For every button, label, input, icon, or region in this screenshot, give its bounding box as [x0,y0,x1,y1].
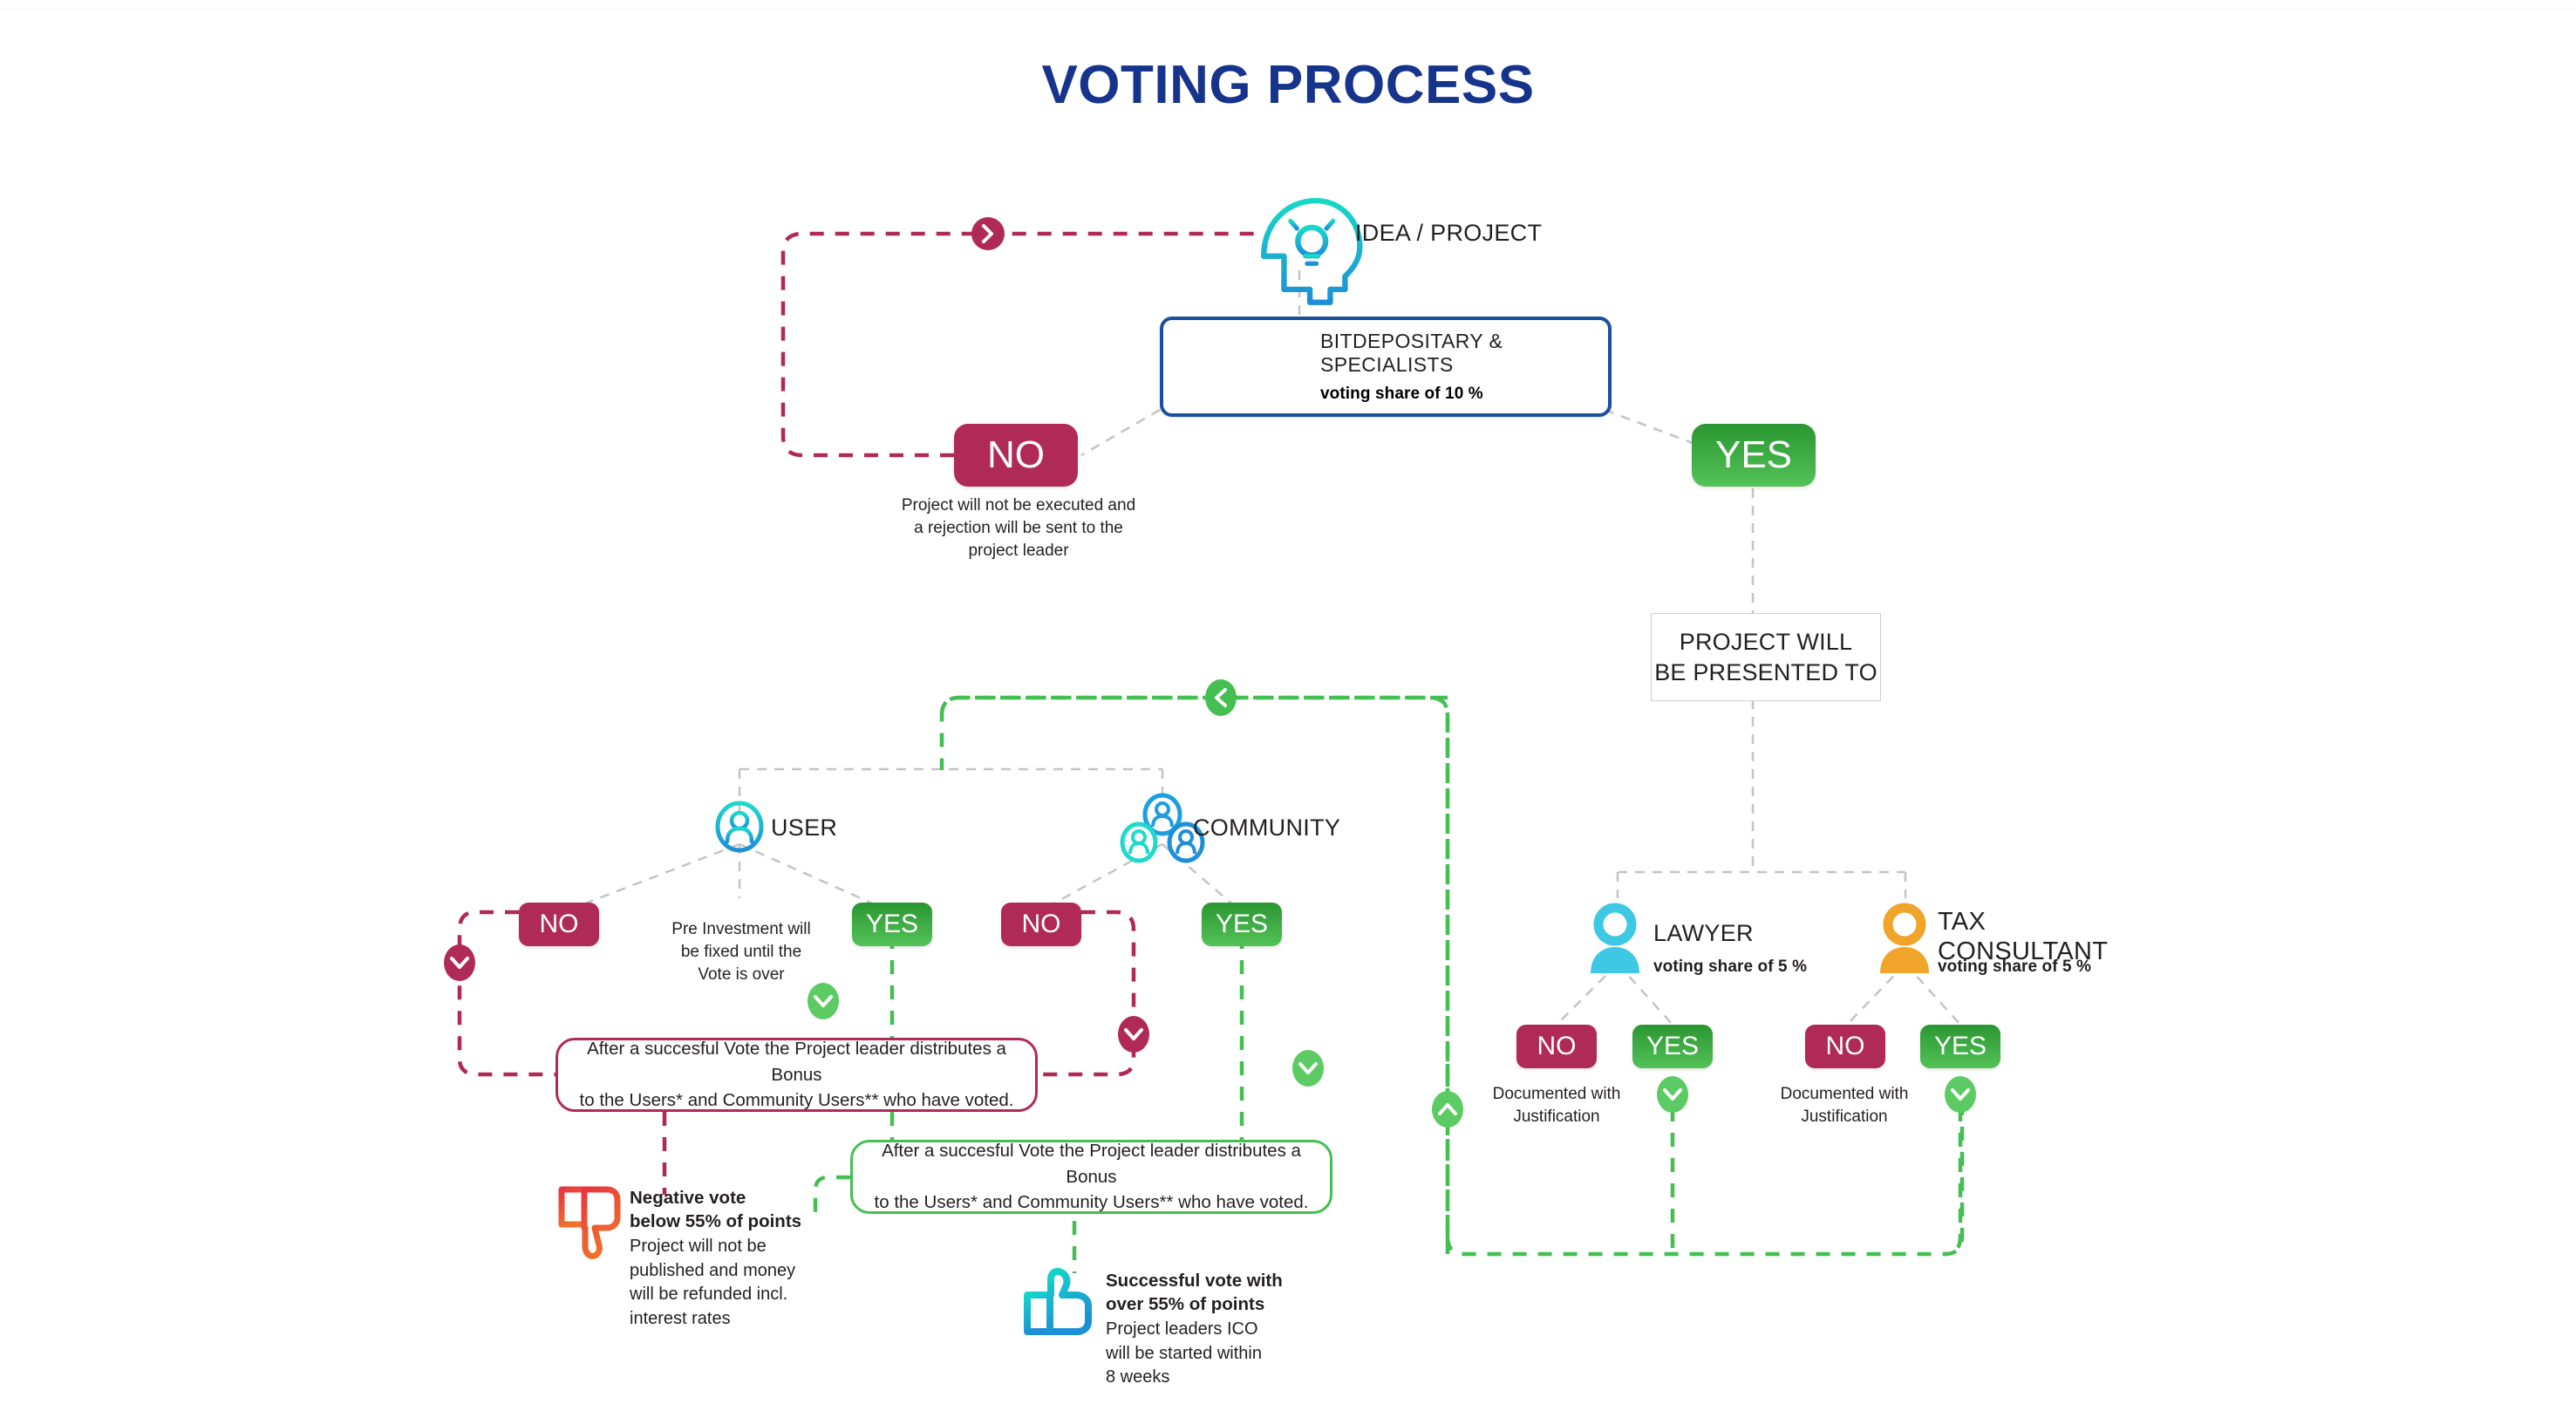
vote-no-community[interactable]: NO [1001,903,1081,946]
vote-no-bitdepositary[interactable]: NO [954,424,1078,487]
lawyer-documented-caption: Documented with Justification [1492,1085,1621,1127]
marker-chevron-down-green-community [1292,1050,1324,1087]
vote-no-tax[interactable]: NO [1805,1025,1885,1068]
top-edge-strip [0,0,2576,10]
wire-tax-yes-down [1944,1108,1963,1257]
page-title: VOTING PROCESS [1041,55,1535,115]
community-group-icon [1120,793,1205,863]
marker-chevron-right-pink [971,217,1005,250]
head-lightbulb-icon [1260,197,1363,305]
vote-yes-tax[interactable]: YES [1920,1025,2000,1068]
bitdepositary-title: BITDEPOSITARY & SPECIALISTS [1320,330,1503,376]
positive-note-body: Project leaders ICO will be started with… [1106,1319,1262,1387]
marker-chevron-down-green-user [808,983,839,1019]
vote-yes-bitdepositary[interactable]: YES [1692,424,1816,487]
negative-vote-note: Negative vote below 55% of points Projec… [630,1186,830,1331]
vote-yes-lawyer[interactable]: YES [1632,1025,1713,1068]
bitdepositary-box[interactable]: BITDEPOSITARY & SPECIALISTS voting share… [1160,317,1612,417]
lawyer-label: LAWYER [1653,920,1754,946]
community-label: COMMUNITY [1193,815,1341,841]
user-single-icon [715,801,764,853]
negative-note-body: Project will not be published and money … [630,1237,796,1328]
marker-chevron-down-green-lawyer [1657,1076,1688,1113]
top-no-caption: Project will not be executed and a rejec… [901,496,1136,561]
bonus-callout-pink: After a succesful Vote the Project leade… [555,1038,1038,1112]
positive-note-title: Successful vote with over 55% of points [1106,1271,1283,1315]
tax-consultant-share: voting share of 5 % [1938,958,2092,976]
person-cyan-icon [1591,903,1639,973]
negative-note-title: Negative vote below 55% of points [630,1188,802,1232]
vote-no-lawyer[interactable]: NO [1516,1025,1597,1068]
lawyer-share: voting share of 5 % [1653,958,1808,976]
pre-investment-caption: Pre Investment will be fixed until the V… [671,920,811,985]
vote-yes-community[interactable]: YES [1202,903,1282,946]
presented-to-box: PROJECT WILL BE PRESENTED TO [1651,613,1881,701]
marker-chevron-left-green [1205,679,1237,716]
user-label: USER [771,815,838,841]
thumbs-down-icon [558,1186,621,1259]
tax-documented-caption: Documented with Justification [1780,1085,1909,1127]
bonus-callout-green: After a succesful Vote the Project leade… [850,1140,1332,1214]
diagram-canvas: VOTING PROCESS IDEA / PROJECT BITDEPOSIT… [0,0,2576,1411]
marker-chevron-down-pink-left [444,944,475,981]
marker-chevron-down-pink-right [1118,1016,1149,1053]
positive-vote-note: Successful vote with over 55% of points … [1106,1269,1315,1390]
vote-no-user[interactable]: NO [519,903,599,946]
thumbs-up-icon [1024,1267,1092,1335]
marker-chevron-up-green [1432,1091,1463,1128]
bitdepositary-share: voting share of 10 % [1320,385,1483,403]
idea-project-label: IDEA / PROJECT [1355,220,1543,246]
marker-chevron-down-green-tax [1945,1076,1976,1113]
vote-yes-user[interactable]: YES [852,903,932,946]
person-orange-icon [1880,903,1929,973]
